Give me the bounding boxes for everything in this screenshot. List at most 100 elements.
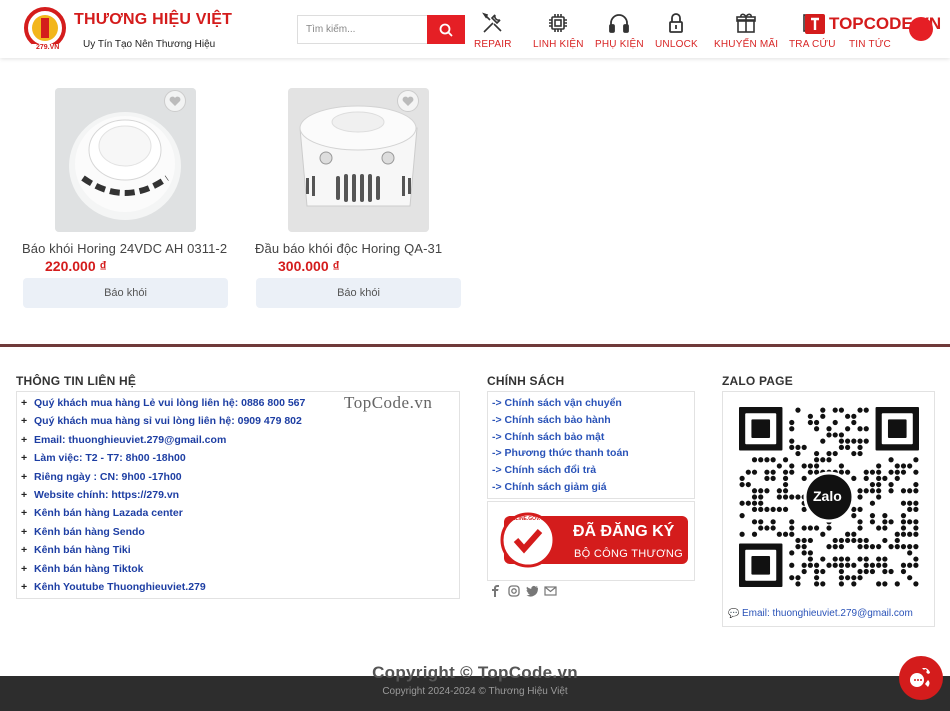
- contact-line-text: Kênh bán hàng Lazada center: [34, 507, 183, 520]
- registered-badge[interactable]: ONLINE.GOV.VN ĐÃ ĐĂNG KÝ BỘ CÔNG THƯƠNG: [487, 501, 695, 581]
- twitter-icon[interactable]: [526, 584, 539, 597]
- heart-icon: [169, 96, 181, 106]
- contact-line: + Quý khách mua hàng Lẻ vui lòng liên hệ:…: [21, 397, 305, 409]
- copyright-text: Copyright 2024-2024 © Thương Hiệu Việt: [382, 686, 568, 697]
- nav-label: LINH KIỆN: [533, 39, 584, 50]
- plus-icon: +: [21, 415, 28, 428]
- registered-top-text: ĐÃ ĐĂNG KÝ: [573, 523, 675, 540]
- nav-repair[interactable]: REPAIR: [474, 10, 512, 52]
- search-icon: [439, 23, 453, 37]
- nav-label: UNLOCK: [655, 39, 698, 50]
- instagram-icon[interactable]: [507, 584, 520, 597]
- nav-label: TRA CỨU: [789, 39, 836, 50]
- contact-line-text: Email: thuonghieuviet.279@gmail.com: [34, 433, 227, 446]
- watermark-mid: TopCode.vn: [344, 393, 433, 412]
- nav-unlock[interactable]: UNLOCK: [655, 10, 698, 52]
- contact-line-text: Website chính: https://279.vn: [34, 489, 180, 501]
- plus-icon: +: [21, 470, 28, 483]
- plus-icon: +: [21, 489, 28, 501]
- tools-icon: [480, 10, 506, 36]
- contact-line[interactable]: + Kênh bán hàng Sendo: [21, 526, 145, 538]
- cart-icon[interactable]: [909, 17, 933, 41]
- contact-line-text: Quý khách mua hàng sỉ vui lòng liên hệ: …: [34, 415, 302, 428]
- nav-khuyen-mai[interactable]: KHUYẾN MÃI: [714, 10, 778, 52]
- plus-icon: +: [21, 562, 28, 575]
- brand-logo[interactable]: 279.VN: [20, 6, 70, 54]
- nav-label: TIN TỨC: [849, 39, 891, 50]
- contact-line[interactable]: + Kênh bán hàng Tiki: [21, 544, 131, 556]
- plus-icon: +: [21, 452, 28, 465]
- contact-line: + Làm việc: T2 - T7: 8h00 -18h00: [21, 452, 186, 464]
- heart-icon: [402, 96, 414, 106]
- contact-line-text: Quý khách mua hàng Lẻ vui lòng liên hệ: …: [34, 397, 306, 409]
- policy-link[interactable]: -> Chính sách đổi trả: [492, 464, 596, 476]
- wishlist-button[interactable]: [397, 90, 419, 112]
- contact-line-text: Kênh Youtube Thuonghieuviet.279: [34, 581, 206, 593]
- zalo-box: Zalo 💬 Email: thuonghieuviet.279@gmail.c…: [722, 391, 935, 627]
- policy-link[interactable]: -> Chính sách vận chuyển: [492, 397, 622, 409]
- facebook-icon[interactable]: [489, 584, 502, 597]
- registered-bottom-text: BỘ CÔNG THƯƠNG: [574, 548, 683, 560]
- site-header: 279.VN THƯƠNG HIỆU VIỆT Uy Tín Tạo Nên T…: [0, 0, 950, 58]
- nav-label: KHUYẾN MÃI: [714, 39, 779, 50]
- product-name[interactable]: Báo khói Horing 24VDC AH 0311-2: [22, 241, 227, 256]
- contact-chat-button[interactable]: [899, 656, 943, 700]
- headphones-icon: [606, 10, 632, 36]
- product-price: 220.000 ₫: [45, 258, 107, 274]
- product-name[interactable]: Đầu báo khói độc Horing QA-31: [255, 241, 442, 256]
- zalo-title: ZALO PAGE: [722, 374, 793, 388]
- contact-line-text: Kênh bán hàng Sendo: [34, 525, 145, 538]
- policy-link[interactable]: -> Chính sách bảo hành: [492, 414, 611, 426]
- zalo-logo-text: Zalo: [813, 488, 842, 504]
- contact-line[interactable]: + Kênh Youtube Thuonghieuviet.279: [21, 581, 206, 593]
- product-category-button[interactable]: Báo khói: [23, 278, 228, 308]
- plus-icon: +: [21, 525, 28, 538]
- contact-line[interactable]: + Website chính: https://279.vn: [21, 489, 179, 501]
- lock-icon: [663, 10, 689, 36]
- nav-phu-kien[interactable]: PHỤ KIỆN: [595, 10, 644, 52]
- nav-linh-kien[interactable]: LINH KIỆN: [533, 10, 584, 52]
- contact-box: + Quý khách mua hàng Lẻ vui lòng liên hệ:…: [16, 391, 460, 599]
- gift-icon: [733, 10, 759, 36]
- contact-line: + Riêng ngày : CN: 9h00 -17h00: [21, 471, 182, 483]
- search-input[interactable]: [297, 15, 428, 44]
- policy-link[interactable]: -> Chính sách bảo mật: [492, 431, 604, 443]
- phone-icon: [910, 668, 930, 687]
- search-button[interactable]: [427, 15, 465, 44]
- contact-line-text: Riêng ngày : CN: 9h00 -17h00: [34, 470, 182, 483]
- zalo-email[interactable]: Email: thuonghieuviet.279@gmail.com: [742, 608, 913, 619]
- policy-link[interactable]: -> Phương thức thanh toán: [492, 447, 629, 459]
- contact-line-text: Làm việc: T2 - T7: 8h00 -18h00: [34, 452, 186, 465]
- plus-icon: +: [21, 397, 28, 409]
- contact-line: + Quý khách mua hàng sỉ vui lòng liên hệ:…: [21, 415, 302, 427]
- contact-line[interactable]: + Kênh bán hàng Lazada center: [21, 507, 183, 519]
- email-icon[interactable]: [544, 584, 557, 597]
- contact-line: + Email: thuonghieuviet.279@gmail.com: [21, 434, 226, 446]
- chat-icon: 💬: [728, 608, 740, 618]
- brand-slogan: Uy Tín Tạo Nên Thương Hiệu: [83, 39, 216, 50]
- plus-icon: +: [21, 544, 28, 557]
- chip-icon: [545, 10, 571, 36]
- product-price: 300.000 ₫: [278, 258, 340, 274]
- contact-line[interactable]: + Kênh bán hàng Tiktok: [21, 563, 143, 575]
- contact-line-text: Kênh bán hàng Tiktok: [34, 562, 144, 575]
- contact-title: THÔNG TIN LIÊN HỆ: [16, 374, 137, 388]
- copyright-watermark: Copyright © TopCode.vn: [372, 663, 578, 682]
- brand-name[interactable]: THƯƠNG HIỆU VIỆT: [74, 11, 232, 29]
- plus-icon: +: [21, 507, 28, 520]
- policy-title: CHÍNH SÁCH: [487, 374, 565, 388]
- footer-divider: [0, 344, 950, 347]
- policy-box: -> Chính sách vận chuyển -> Chính sách bả…: [487, 391, 695, 499]
- wishlist-button[interactable]: [164, 90, 186, 112]
- plus-icon: +: [21, 433, 28, 446]
- product-category-button[interactable]: Báo khói: [256, 278, 461, 308]
- logo-caption: 279.VN: [36, 44, 60, 51]
- plus-icon: +: [21, 581, 28, 593]
- nav-label: PHỤ KIỆN: [595, 39, 644, 50]
- contact-line-text: Kênh bán hàng Tiki: [34, 544, 131, 557]
- search-box: [297, 15, 465, 44]
- topcode-logo-icon: [805, 14, 825, 34]
- registered-seal-text: ONLINE.GOV.VN: [508, 516, 548, 522]
- nav-label: REPAIR: [474, 39, 512, 50]
- policy-link[interactable]: -> Chính sách giảm giá: [492, 481, 607, 493]
